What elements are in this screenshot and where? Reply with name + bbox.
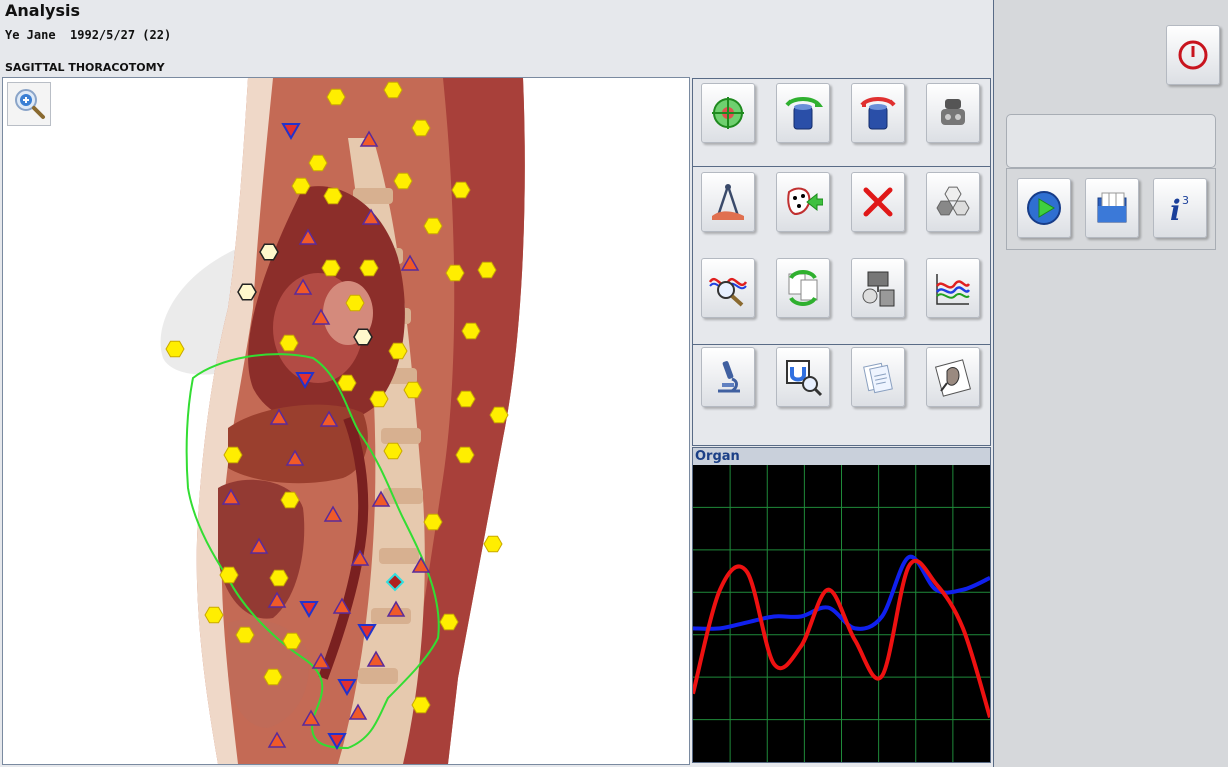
acupoint-marker[interactable] — [263, 668, 283, 686]
patient-info: Ye Jane 1992/5/27 (22) — [5, 28, 171, 42]
header: Analysis Ye Jane 1992/5/27 (22) SAGITTAL… — [0, 0, 993, 76]
acupoint-marker[interactable] — [282, 632, 302, 650]
acupoint-marker[interactable] — [477, 261, 497, 279]
acupoint-marker[interactable] — [280, 491, 300, 509]
anatomy-book-icon — [934, 359, 972, 397]
acupoint-marker[interactable] — [411, 119, 431, 137]
acupoint-marker[interactable] — [483, 535, 503, 553]
acupoint-marker[interactable] — [445, 264, 465, 282]
compass-button[interactable] — [701, 172, 755, 232]
cycle-docs-button[interactable] — [776, 258, 830, 318]
info-box — [1006, 114, 1216, 168]
acupoint-marker[interactable] — [393, 172, 413, 190]
power-icon — [1178, 40, 1208, 70]
microscope-button[interactable] — [701, 347, 755, 407]
acupoint-marker[interactable] — [337, 374, 357, 392]
info-icon: i 3 — [1170, 194, 1189, 227]
acupoint-marker-outlined[interactable] — [259, 243, 279, 261]
wave-search-icon — [708, 277, 748, 307]
power-button[interactable] — [1166, 25, 1220, 85]
multi-wave-button[interactable] — [926, 258, 980, 318]
magnifier-icon — [15, 89, 45, 119]
folders-icon — [1097, 192, 1127, 223]
rotate-right-icon — [860, 97, 896, 130]
info-button[interactable]: i 3 — [1153, 178, 1207, 238]
rotate-left-icon — [785, 97, 823, 130]
acupoint-marker[interactable] — [165, 340, 185, 358]
microscope-icon — [718, 361, 740, 393]
action-group: i 3 — [1006, 168, 1216, 250]
acupoint-marker[interactable] — [369, 390, 389, 408]
acupoint-marker[interactable] — [423, 513, 443, 531]
acupoint-marker[interactable] — [439, 613, 459, 631]
acupoint-marker[interactable] — [321, 259, 341, 277]
acupoint-marker[interactable] — [269, 569, 289, 587]
acupoint-marker[interactable] — [326, 88, 346, 106]
target-icon — [712, 97, 744, 129]
organ-panel-title: Organ — [693, 448, 990, 465]
acupoint-marker[interactable] — [383, 442, 403, 460]
hexagon-cluster-button[interactable] — [926, 172, 980, 232]
compass-icon — [712, 184, 744, 220]
right-panel: i 3 — [993, 0, 1228, 767]
documents-icon — [863, 362, 893, 394]
play-icon — [1027, 191, 1061, 225]
acupoint-marker[interactable] — [235, 626, 255, 644]
acupoint-marker[interactable] — [359, 259, 379, 277]
page-title: Analysis — [5, 1, 81, 20]
acupoint-marker[interactable] — [223, 446, 243, 464]
rotate-left-button[interactable] — [776, 83, 830, 143]
view-label: SAGITTAL THORACOTOMY — [5, 61, 165, 74]
acupoint-marker[interactable] — [456, 390, 476, 408]
acupoint-marker[interactable] — [403, 381, 423, 399]
svg-text:i: i — [1170, 194, 1181, 227]
image-compare-icon — [862, 271, 895, 307]
play-button[interactable] — [1017, 178, 1071, 238]
patient-dob-age: 1992/5/27 (22) — [70, 28, 172, 42]
acupoint-marker[interactable] — [323, 187, 343, 205]
acupoint-marker[interactable] — [451, 181, 471, 199]
acupoint-marker[interactable] — [423, 217, 443, 235]
zoom-in-button[interactable] — [7, 82, 51, 126]
acupoint-marker[interactable] — [388, 342, 408, 360]
organ-parts-icon — [941, 99, 965, 125]
acupoint-marker[interactable] — [345, 294, 365, 312]
acupoint-marker[interactable] — [461, 322, 481, 340]
acupoint-marker-outlined[interactable] — [237, 283, 257, 301]
selection-arrow-button[interactable] — [776, 172, 830, 232]
delete-icon — [863, 187, 893, 217]
acupoint-marker-outlined[interactable] — [353, 328, 373, 346]
hexagon-cluster-icon — [936, 186, 970, 216]
delete-button[interactable] — [851, 172, 905, 232]
multi-wave-icon — [936, 274, 971, 305]
wave-search-button[interactable] — [701, 258, 755, 318]
zoom-magnet-button[interactable] — [776, 347, 830, 407]
acupoint-marker[interactable] — [489, 406, 509, 424]
rotate-right-button[interactable] — [851, 83, 905, 143]
organ-panel: Organ — [692, 447, 991, 763]
tool-panel — [692, 78, 991, 446]
acupoint-marker[interactable] — [291, 177, 311, 195]
anatomy-viewer[interactable] — [2, 77, 690, 765]
acupoint-marker[interactable] — [279, 334, 299, 352]
cycle-docs-icon — [788, 270, 818, 306]
acupoint-marker[interactable] — [411, 696, 431, 714]
acupoint-marker[interactable] — [383, 81, 403, 99]
acupoint-marker[interactable] — [219, 566, 239, 584]
selection-arrow-icon — [787, 187, 823, 216]
organ-parts-button[interactable] — [926, 83, 980, 143]
acupoint-marker[interactable] — [455, 446, 475, 464]
acupoint-marker[interactable] — [204, 606, 224, 624]
documents-button[interactable] — [851, 347, 905, 407]
svg-text:3: 3 — [1182, 194, 1189, 207]
anatomy-book-button[interactable] — [926, 347, 980, 407]
acupoint-marker[interactable] — [308, 154, 328, 172]
folders-button[interactable] — [1085, 178, 1139, 238]
anatomy-image — [160, 78, 525, 764]
organ-chart — [693, 465, 990, 762]
zoom-magnet-icon — [786, 360, 823, 397]
target-button[interactable] — [701, 83, 755, 143]
image-compare-button[interactable] — [851, 258, 905, 318]
patient-name: Ye Jane — [5, 28, 56, 42]
